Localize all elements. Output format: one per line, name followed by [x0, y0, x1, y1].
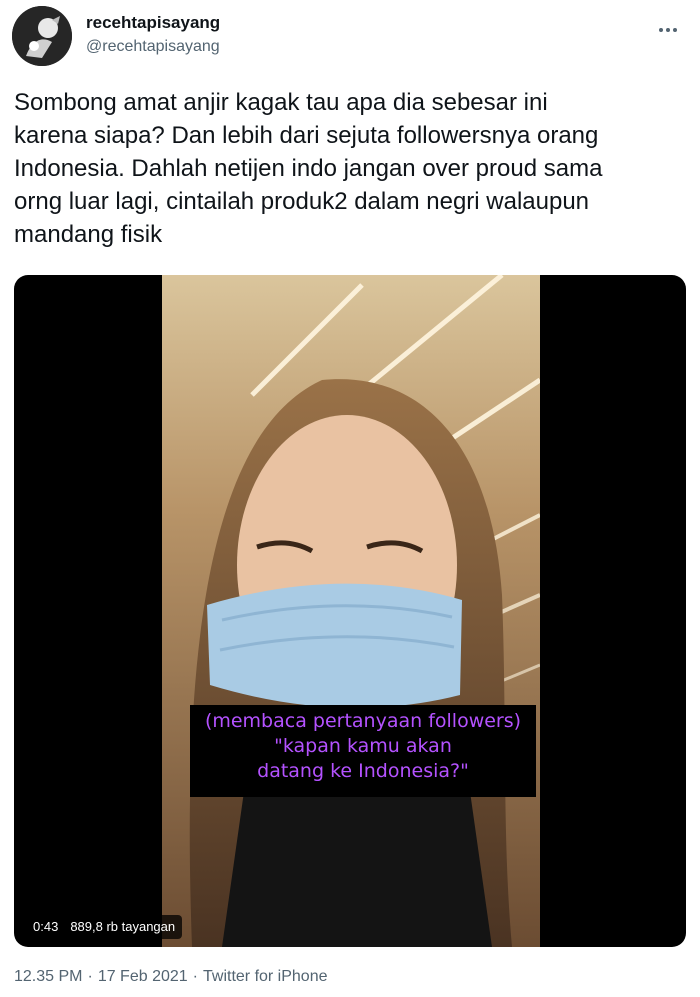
user-handle[interactable]: @recehtapisayang: [86, 36, 220, 58]
video-thumbnail: [162, 275, 540, 947]
video-meta-badge: 0:43 889,8 rb tayangan: [26, 915, 183, 939]
video-player[interactable]: (membaca pertanyaan followers) "kapan ka…: [14, 275, 686, 947]
footer-separator-2: ·: [192, 968, 198, 985]
video-caption: (membaca pertanyaan followers) "kapan ka…: [190, 705, 536, 797]
avatar[interactable]: [12, 6, 72, 66]
caption-line-3: datang ke Indonesia?": [257, 760, 469, 782]
tweet-footer: 12.35 PM · 17 Feb 2021 · Twitter for iPhone: [14, 968, 328, 986]
tweet-header: recehtapisayang @recehtapisayang: [12, 6, 688, 68]
display-name[interactable]: recehtapisayang: [86, 12, 220, 34]
footer-separator-1: ·: [87, 968, 93, 985]
tweet-date[interactable]: 17 Feb 2021: [98, 968, 188, 985]
caption-line-2: "kapan kamu akan: [274, 735, 452, 757]
tweet-time[interactable]: 12.35 PM: [14, 968, 82, 985]
tweet-source-link[interactable]: Twitter for iPhone: [203, 968, 328, 985]
tweet-text: Sombong amat anjir kagak tau apa dia seb…: [14, 89, 603, 248]
video-frame: (membaca pertanyaan followers) "kapan ka…: [162, 275, 540, 947]
video-views: 889,8 rb tayangan: [70, 919, 176, 934]
caption-line-1: (membaca pertanyaan followers): [204, 710, 522, 732]
tweet-card: recehtapisayang @recehtapisayang Sombong…: [0, 0, 700, 997]
avatar-image: [12, 6, 72, 66]
video-duration: 0:43: [33, 919, 59, 934]
user-names: recehtapisayang @recehtapisayang: [86, 12, 220, 58]
more-options-icon[interactable]: [654, 18, 682, 42]
